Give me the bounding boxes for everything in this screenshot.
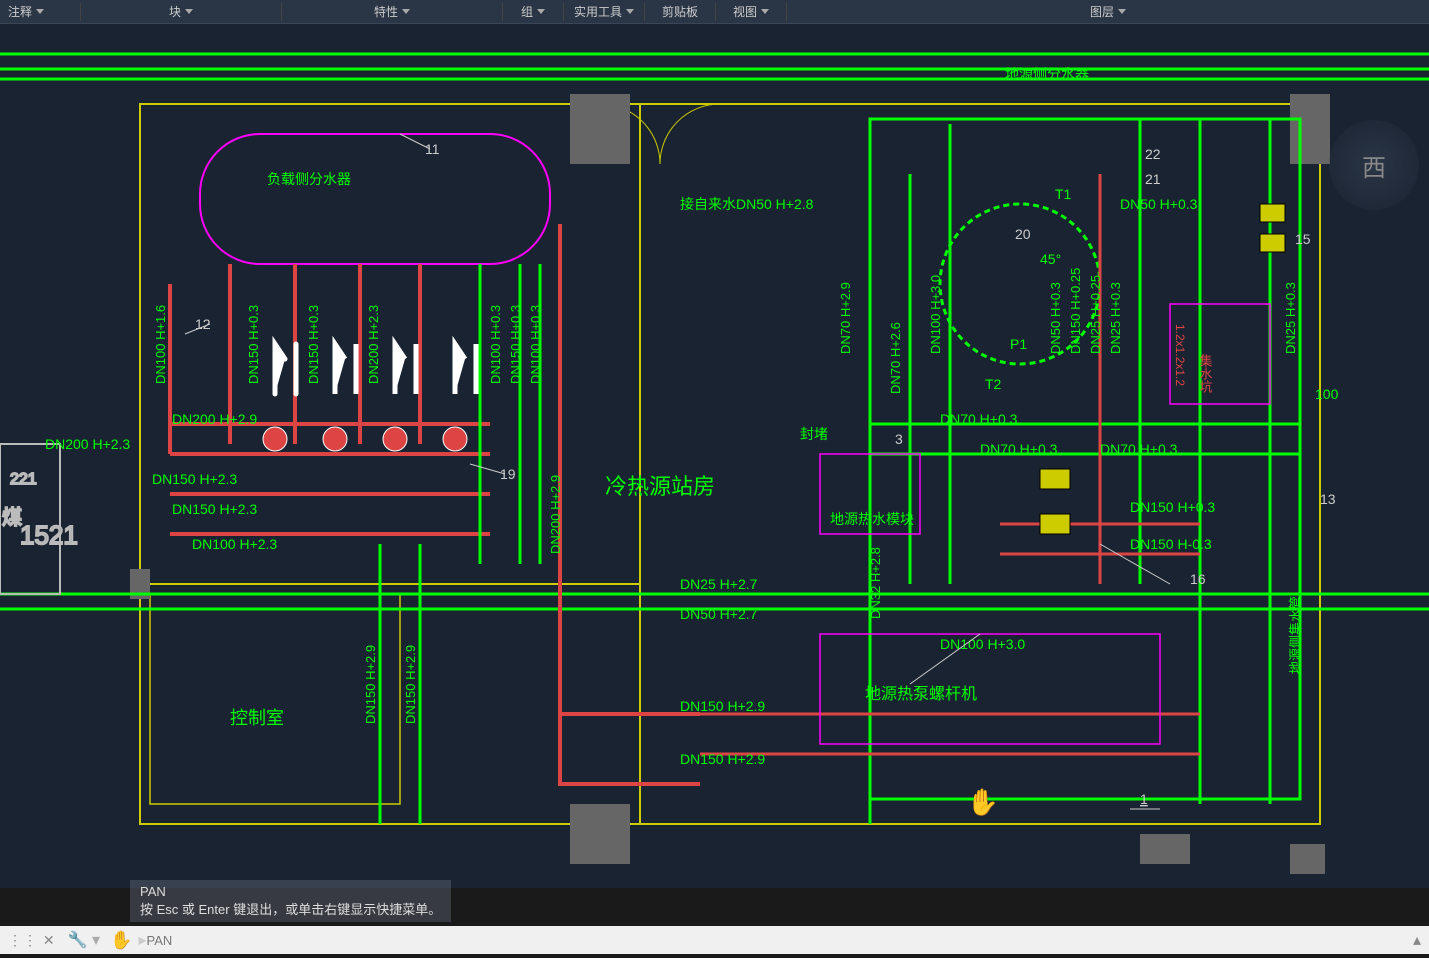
svg-text:DN150 H+2.9: DN150 H+2.9 (363, 645, 378, 724)
svg-text:封堵: 封堵 (800, 426, 828, 442)
svg-text:13: 13 (1320, 491, 1336, 507)
svg-text:DN100 H+0.3: DN100 H+0.3 (528, 305, 543, 384)
svg-text:DN50 H+2.7: DN50 H+2.7 (680, 606, 758, 622)
svg-text:DN70 H+2.6: DN70 H+2.6 (888, 322, 903, 394)
svg-text:DN25 H+2.7: DN25 H+2.7 (680, 576, 758, 592)
viewcube[interactable]: 西 (1329, 120, 1419, 210)
svg-text:11: 11 (425, 141, 440, 157)
svg-text:地源侧集水管: 地源侧集水管 (1288, 596, 1303, 674)
ribbon-tab-utils[interactable]: 实用工具 (564, 3, 644, 20)
svg-text:16: 16 (1190, 571, 1206, 587)
svg-text:DN50 H+0.3: DN50 H+0.3 (1048, 282, 1063, 354)
ribbon-tab-block[interactable]: 块 (81, 3, 281, 20)
label-load-side-separator: 负载侧分水器 (267, 171, 351, 187)
svg-text:1.2x1.2x1.2: 1.2x1.2x1.2 (1173, 324, 1187, 386)
svg-text:DN70 H+0.3: DN70 H+0.3 (940, 411, 1018, 427)
svg-text:DN150 H+0.3: DN150 H+0.3 (508, 305, 523, 384)
svg-text:3: 3 (895, 431, 903, 447)
svg-text:DN50 H+0.3: DN50 H+0.3 (1120, 196, 1198, 212)
svg-text:地源热泵螺杆机: 地源热泵螺杆机 (865, 685, 977, 703)
svg-text:DN150 H+0.3: DN150 H+0.3 (306, 305, 321, 384)
pan-cursor-icon: ✋ (967, 787, 999, 818)
cmd-history-caret-icon[interactable]: ▴ (1413, 930, 1421, 950)
svg-text:DN150 H+2.9: DN150 H+2.9 (680, 698, 765, 714)
svg-text:100: 100 (1315, 386, 1339, 402)
svg-text:DN200 H+2.9: DN200 H+2.9 (172, 411, 257, 427)
svg-text:T1: T1 (1055, 186, 1072, 202)
cad-canvas[interactable]: 负载侧分水器 地源侧分水器 冷热源站房 控制室 煤 (0, 24, 1429, 888)
svg-text:DN150 H+2.3: DN150 H+2.3 (172, 501, 257, 517)
cmd-active-text[interactable]: PAN (146, 933, 1412, 948)
svg-text:DN200 H+2.3: DN200 H+2.3 (45, 436, 130, 452)
ribbon-tab-group[interactable]: 组 (503, 3, 563, 20)
svg-text:DN70 H+2.9: DN70 H+2.9 (838, 282, 853, 354)
drag-handle-icon[interactable]: ⋮⋮ ✕ (8, 932, 56, 949)
svg-text:集水坑: 集水坑 (1198, 353, 1213, 394)
svg-text:DN70 H+0.3: DN70 H+0.3 (980, 441, 1058, 457)
svg-text:地源热水模块: 地源热水模块 (830, 511, 914, 527)
svg-text:221: 221 (10, 471, 37, 488)
command-line-panel: PAN 按 Esc 或 Enter 键退出，或单击右键显示快捷菜单。 ⋮⋮ ✕ … (0, 888, 1429, 958)
svg-text:21: 21 (1145, 171, 1161, 187)
svg-text:DN150 H+2.9: DN150 H+2.9 (680, 751, 765, 767)
svg-text:T2: T2 (985, 376, 1002, 392)
ribbon-tab-layers[interactable]: 图层 (787, 3, 1429, 20)
svg-text:煤: 煤 (2, 506, 22, 529)
svg-text:DN25 H+0.3: DN25 H+0.3 (1108, 282, 1123, 354)
svg-text:DN70 H+0.3: DN70 H+0.3 (1100, 441, 1178, 457)
ribbon-tab-view[interactable]: 视图 (716, 3, 786, 20)
svg-text:19: 19 (500, 466, 516, 482)
svg-text:DN150 H+0.3: DN150 H+0.3 (246, 305, 261, 384)
pan-hand-icon: ✋ (110, 930, 132, 951)
label-control-room: 控制室 (230, 708, 284, 728)
svg-text:1: 1 (1140, 791, 1148, 807)
cmd-history: PAN 按 Esc 或 Enter 键退出，或单击右键显示快捷菜单。 (130, 880, 451, 922)
ribbon-tab-properties[interactable]: 特性 (282, 3, 502, 20)
svg-text:接自来水DN50 H+2.8: 接自来水DN50 H+2.8 (680, 196, 814, 212)
label-cold-hot-room: 冷热源站房 (605, 474, 715, 499)
customize-icon[interactable]: 🔧 ▾ (68, 930, 100, 950)
svg-text:DN25 H+0.25: DN25 H+0.25 (1088, 275, 1103, 354)
svg-text:20: 20 (1015, 226, 1031, 242)
ribbon: 注释 块 特性 组 实用工具 剪贴板 视图 图层 (0, 0, 1429, 24)
svg-text:DN100 H+3.0: DN100 H+3.0 (940, 636, 1025, 652)
svg-text:DN100 H+1.6: DN100 H+1.6 (153, 305, 168, 384)
svg-text:45°: 45° (1040, 251, 1061, 267)
svg-text:DN150 H+2.9: DN150 H+2.9 (403, 645, 418, 724)
svg-text:12: 12 (195, 316, 211, 332)
cmd-input-bar[interactable]: ⋮⋮ ✕ 🔧 ▾ ✋ ▸ PAN ▴ (0, 926, 1429, 954)
ribbon-tab-annotate[interactable]: 注释 (0, 3, 80, 20)
svg-text:1521: 1521 (20, 520, 78, 550)
svg-text:DN25 H+0.3: DN25 H+0.3 (1283, 282, 1298, 354)
svg-text:DN150 H-0.3: DN150 H-0.3 (1130, 536, 1212, 552)
svg-text:DN150 H+0.3: DN150 H+0.3 (1130, 499, 1215, 515)
svg-text:22: 22 (1145, 146, 1161, 162)
svg-text:DN150 H+0.25: DN150 H+0.25 (1068, 268, 1083, 354)
svg-text:DN150 H+2.3: DN150 H+2.3 (152, 471, 237, 487)
svg-text:DN200 H+2.3: DN200 H+2.3 (366, 305, 381, 384)
svg-text:DN200 H+2.9: DN200 H+2.9 (548, 475, 563, 554)
label-ground-side-separator: 地源侧分水器 (1005, 66, 1089, 82)
svg-text:DN100 H+3.0: DN100 H+3.0 (928, 275, 943, 354)
svg-text:P1: P1 (1010, 336, 1027, 352)
svg-text:DN100 H+0.3: DN100 H+0.3 (488, 305, 503, 384)
svg-text:DN32 H+2.8: DN32 H+2.8 (868, 547, 883, 619)
svg-text:15: 15 (1295, 231, 1311, 247)
svg-text:DN100 H+2.3: DN100 H+2.3 (192, 536, 277, 552)
ribbon-tab-clipboard[interactable]: 剪贴板 (645, 3, 715, 20)
